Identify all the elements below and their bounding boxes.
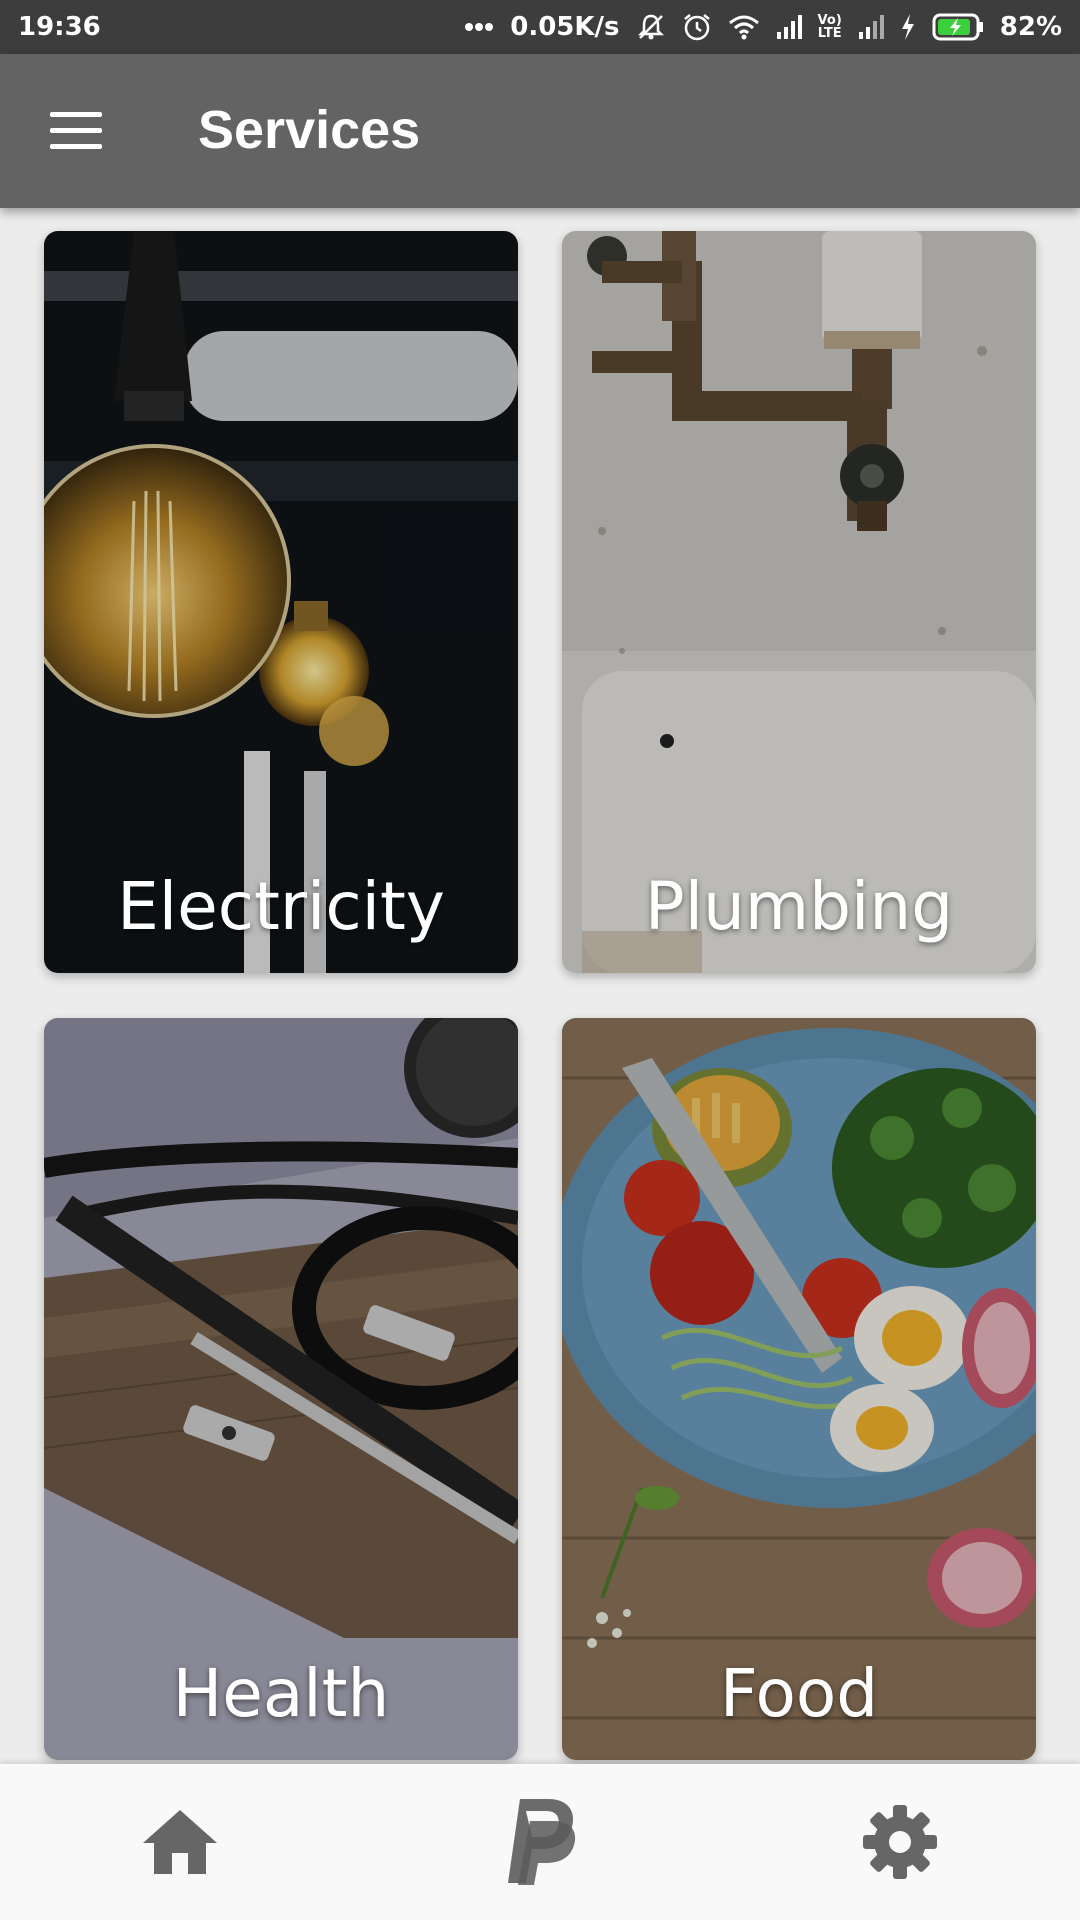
wifi-icon	[728, 15, 759, 40]
status-bar: 19:36 0.05K/s Vo) LTE 82%	[0, 0, 1080, 54]
services-grid: Electricity Plumbing Health Food	[0, 208, 1080, 1764]
service-card-plumbing[interactable]: Plumbing	[562, 231, 1036, 973]
service-label: Food	[719, 1655, 879, 1732]
volte-icon: Vo) LTE	[817, 13, 842, 41]
signal-icon	[776, 15, 802, 39]
app-bar: Services	[0, 54, 1080, 208]
paypal-icon	[508, 1799, 576, 1885]
nav-home-button[interactable]	[130, 1792, 230, 1892]
network-speed: 0.05K/s	[510, 12, 620, 42]
nav-settings-button[interactable]	[850, 1792, 950, 1892]
service-card-health[interactable]: Health	[44, 1018, 518, 1760]
status-icons: 0.05K/s Vo) LTE 82%	[464, 12, 1062, 42]
service-card-food[interactable]: Food	[562, 1018, 1036, 1760]
battery-percent: 82%	[999, 12, 1062, 42]
bottom-navigation	[0, 1764, 1080, 1920]
service-card-electricity[interactable]: Electricity	[44, 231, 518, 973]
alarm-icon	[683, 14, 710, 41]
signal-icon	[858, 15, 884, 39]
nav-paypal-button[interactable]	[490, 1792, 590, 1892]
service-label: Plumbing	[644, 868, 954, 945]
home-icon	[143, 1810, 217, 1874]
mute-bell-icon	[637, 14, 664, 40]
status-time: 19:36	[18, 12, 101, 42]
battery-icon	[932, 13, 983, 41]
more-dots-icon	[465, 23, 494, 31]
charging-icon	[901, 14, 914, 40]
service-label: Electricity	[117, 868, 445, 945]
service-label: Health	[172, 1655, 390, 1732]
page-title: Services	[198, 100, 421, 160]
hamburger-menu-icon[interactable]	[50, 112, 102, 150]
settings-gear-icon	[863, 1805, 937, 1879]
